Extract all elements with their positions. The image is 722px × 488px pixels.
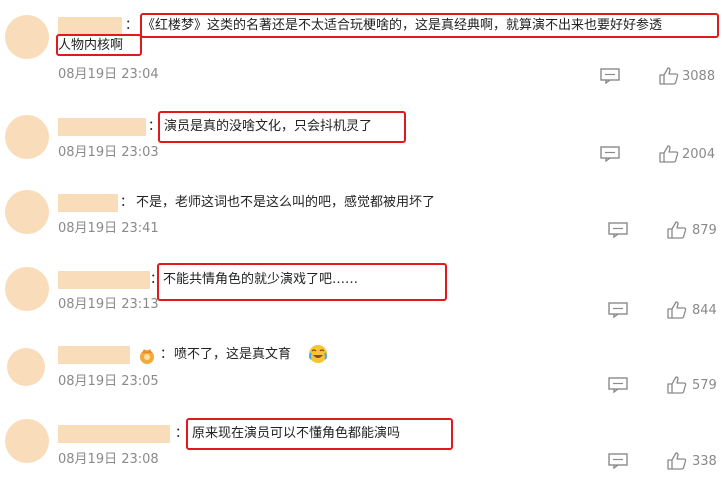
laugh-cry-emoji-icon: [309, 345, 327, 363]
comment-text: 喷不了，这是真文育: [174, 347, 292, 362]
comment-item: ： 喷不了，这是真文育 08月19日 23:05 579: [0, 336, 722, 414]
like-count: 844: [692, 303, 717, 318]
avatar[interactable]: [5, 15, 49, 59]
fan-badge-icon: [140, 349, 154, 364]
comment-item: ： 演员是真的没啥文化，只会抖机灵了 08月19日 23:03 2004: [0, 103, 722, 181]
like-count: 879: [692, 223, 717, 238]
timestamp: 08月19日 23:04: [58, 67, 159, 82]
like-count: 579: [692, 378, 717, 393]
highlight-box: [140, 13, 719, 38]
username-redacted[interactable]: [58, 194, 118, 212]
timestamp: 08月19日 23:08: [58, 452, 159, 467]
thumbs-up-icon[interactable]: [667, 301, 687, 319]
username-redacted[interactable]: [58, 118, 146, 136]
comment-bubble-icon[interactable]: [608, 453, 628, 469]
timestamp: 08月19日 23:03: [58, 145, 159, 160]
colon: ：: [125, 18, 139, 33]
comment-bubble-icon[interactable]: [600, 68, 620, 84]
highlight-box: [157, 263, 447, 301]
comment-item: ： 不是，老师这词也不是这么叫的吧，感觉都被用坏了 08月19日 23:41 8…: [0, 182, 722, 260]
timestamp: 08月19日 23:05: [58, 374, 159, 389]
timestamp: 08月19日 23:41: [58, 221, 159, 236]
thumbs-up-icon[interactable]: [659, 67, 679, 85]
timestamp: 08月19日 23:13: [58, 297, 159, 312]
highlight-box: [158, 111, 406, 143]
comment-bubble-icon[interactable]: [600, 146, 620, 162]
comment-item: ： 原来现在演员可以不懂角色都能演吗 08月19日 23:08 338: [0, 410, 722, 488]
thumbs-up-icon[interactable]: [667, 221, 687, 239]
highlight-box: [186, 418, 453, 450]
colon: ：: [160, 347, 174, 362]
thumbs-up-icon[interactable]: [667, 376, 687, 394]
comment-bubble-icon[interactable]: [608, 222, 628, 238]
username-redacted[interactable]: [58, 425, 170, 443]
comment-item: ： 《红楼梦》这类的名著还是不太适合玩梗啥的，这是真经典啊，就算演不出来也要好好…: [0, 0, 722, 85]
like-count: 2004: [682, 147, 716, 162]
username-redacted[interactable]: [58, 17, 122, 35]
comment-bubble-icon[interactable]: [608, 302, 628, 318]
highlight-box: [56, 34, 142, 56]
username-redacted[interactable]: [58, 271, 150, 289]
avatar[interactable]: [5, 267, 49, 311]
like-count: 338: [692, 454, 717, 469]
comment-item: ： 不能共情角色的就少演戏了吧…… 08月19日 23:13 844: [0, 258, 722, 336]
like-count: 3088: [682, 69, 716, 84]
username-redacted[interactable]: [58, 346, 130, 364]
avatar[interactable]: [5, 190, 49, 234]
colon: ：: [120, 195, 134, 210]
comment-bubble-icon[interactable]: [608, 377, 628, 393]
thumbs-up-icon[interactable]: [659, 145, 679, 163]
comment-text: 不是，老师这词也不是这么叫的吧，感觉都被用坏了: [136, 195, 436, 210]
avatar[interactable]: [7, 348, 45, 386]
thumbs-up-icon[interactable]: [667, 452, 687, 470]
avatar[interactable]: [5, 419, 49, 463]
avatar[interactable]: [5, 115, 49, 159]
